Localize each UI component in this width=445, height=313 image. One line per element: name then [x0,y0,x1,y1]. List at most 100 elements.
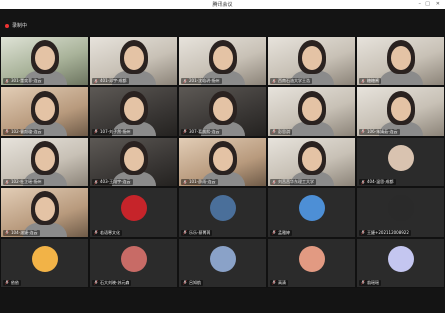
participant-tile[interactable]: 乐乐-蔡菁苒 [178,187,267,238]
participant-name-label: 王婕+202112008922 [359,229,411,236]
participant-name: 吕知航 [189,279,201,285]
participant-avatar [209,245,236,272]
participant-name-label: 101-薛雨-连云 [181,179,218,186]
participant-name-label: 104-潘婕-连云 [3,229,40,236]
minimize-icon[interactable]: – [419,1,422,7]
participant-name-label: 彭思淇 [270,128,292,135]
participant-video-face [212,96,233,121]
participant-tile[interactable]: 104-潘婕-连云 [0,187,89,238]
close-icon[interactable]: ✕ [436,1,440,7]
microphone-muted-icon [361,78,365,84]
microphone-muted-icon [5,280,9,286]
participant-name: 西南石油大学王浩 [278,78,310,84]
participant-name-label: 102-杜芷瑶-扬州 [3,179,44,186]
recording-label: 录制中 [12,23,28,29]
participant-name: 刘茜茜华东理工大学 [278,179,314,185]
participant-name-label: 201-沈晗玥-扬州 [181,78,222,85]
participant-tile[interactable]: 102-杜芷瑶-扬州 [0,136,89,188]
microphone-muted-icon [272,230,276,235]
participant-tile[interactable]: 依依 [0,237,89,288]
microphone-muted-icon [94,129,98,134]
participant-name: 糖糖酱 [367,78,379,84]
record-icon [5,23,9,28]
participant-name-label: 301-董奕菲-连云 [3,78,44,85]
participant-name: 201-沈晗玥-扬州 [189,78,220,84]
participant-tile[interactable]: 高清 [267,237,356,288]
participant-tile[interactable]: 201-沈晗玥-扬州 [178,36,267,87]
participant-name: 石大刘晓-苏元森 [100,279,130,285]
microphone-muted-icon [94,230,98,235]
participant-gallery: 301-董奕菲-连云 401-邓宇-成都 201-沈晗玥-扬州 西南石油大学王浩 糖糖酱… [0,36,445,288]
microphone-muted-icon [94,179,98,185]
participant-tile[interactable]: 401-邓宇-成都 [89,36,178,87]
maximize-icon[interactable]: □ [425,1,430,7]
participant-name: 102-杜芷瑶-扬州 [11,179,42,185]
microphone-muted-icon [94,280,98,286]
participant-avatar [298,245,325,272]
microphone-muted-icon [5,129,9,134]
participant-name: 依依 [11,279,19,285]
participant-tile[interactable]: 403-王翔宇-连云 [89,136,178,188]
participant-tile[interactable]: 404-温思-成都 [356,136,445,188]
participant-video-face [123,147,144,171]
participant-name-label: 乐乐-蔡菁苒 [181,229,213,236]
participant-tile[interactable]: 301-董奕菲-连云 [0,36,89,87]
participant-name-label: 西南石油大学王浩 [270,78,312,85]
participant-tile[interactable]: 王婕+202112008922 [356,187,445,238]
participant-avatar [387,145,414,171]
participant-name: 王婕+202112008922 [367,229,409,235]
participant-name-label: 糖糖酱 [359,78,381,85]
participant-name-label: 刘茜茜华东理工大学 [270,179,316,186]
participant-video-face [390,96,411,121]
participant-tile[interactable]: 翁瑶瑶 [356,237,445,288]
participant-name-label: 若语寒文化 [92,229,122,236]
participant-video-face [301,46,322,71]
participant-video-face [212,147,233,171]
microphone-muted-icon [5,230,9,235]
microphone-muted-icon [183,78,187,84]
microphone-muted-icon [361,280,365,286]
participant-name-label: 石大刘晓-苏元森 [92,279,132,286]
participant-name: 301-董奕菲-连云 [11,78,42,84]
participant-tile[interactable]: 102-曹颜璇-连云 [0,86,89,137]
participant-avatar [298,195,325,222]
title-bar: 腾讯会议 – □ ✕ [0,0,445,9]
participant-tile[interactable]: 106-朱婧茹-连云 [356,86,445,137]
participant-name-label: 107-刘子然-扬州 [92,128,133,135]
participant-tile[interactable]: 107-刘子然-扬州 [89,86,178,137]
participant-name-label: 404-温思-成都 [359,179,396,186]
participant-tile[interactable]: 若语寒文化 [89,187,178,238]
participant-tile[interactable]: 刘茜茜华东理工大学 [267,136,356,188]
microphone-muted-icon [272,78,276,84]
participant-name-label: 403-王翔宇-连云 [92,179,133,186]
participant-tile[interactable]: 101-薛雨-连云 [178,136,267,188]
participant-video-face [390,46,411,71]
microphone-muted-icon [272,280,276,286]
participant-name: 104-潘婕-连云 [11,229,38,235]
participant-name: 101-薛雨-连云 [189,179,216,185]
participant-video-face [123,96,144,121]
recording-indicator[interactable]: 录制中 [5,22,27,29]
participant-avatar [209,195,236,222]
microphone-muted-icon [183,230,187,235]
microphone-muted-icon [94,78,98,84]
participant-tile[interactable]: 彭思淇 [267,86,356,137]
participant-name: 高清 [278,279,286,285]
participant-name: 彭思淇 [278,128,290,134]
participant-tile[interactable]: 糖糖酱 [356,36,445,87]
window-title: 腾讯会议 [212,2,233,8]
participant-name: 翁瑶瑶 [367,279,379,285]
participant-tile[interactable]: 西南石油大学王浩 [267,36,356,87]
participant-tile[interactable]: 孟雅婷 [267,187,356,238]
participant-name: 102-曹颜璇-连云 [11,128,42,134]
participant-video-face [34,96,55,121]
participant-name: 孟雅婷 [278,229,290,235]
participant-tile[interactable]: 石大刘晓-苏元森 [89,237,178,288]
participant-tile[interactable]: 吕知航 [178,237,267,288]
participant-name: 106-朱婧茹-连云 [367,128,398,134]
participant-name-label: 翁瑶瑶 [359,279,381,286]
microphone-muted-icon [5,78,9,84]
participant-tile[interactable]: 307-葛晨熙-连云 [178,86,267,137]
participant-name-label: 102-曹颜璇-连云 [3,128,44,135]
participant-name-label: 高清 [270,279,288,286]
